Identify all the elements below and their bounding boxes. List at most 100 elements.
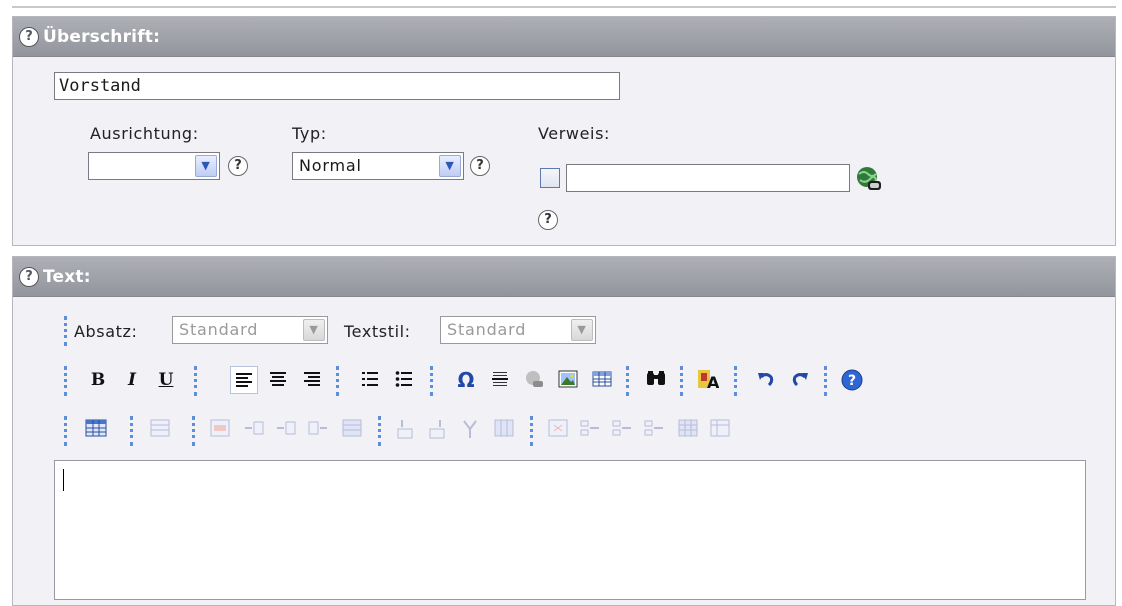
redo-button[interactable]: [786, 366, 814, 394]
delete-row-button[interactable]: [304, 416, 332, 444]
toolbar-grip[interactable]: [64, 366, 67, 396]
table-icon: [85, 419, 107, 437]
chevron-down-icon[interactable]: ▼: [439, 155, 461, 177]
chevron-down-icon[interactable]: ▼: [571, 319, 593, 341]
cell-before-button[interactable]: [608, 416, 636, 444]
toolbar-grip[interactable]: [734, 366, 737, 396]
toolbar-grip[interactable]: [336, 366, 339, 396]
insert-column-icon: [429, 420, 445, 439]
rich-text-editor[interactable]: [54, 460, 1086, 600]
table-rows-icon: [342, 419, 362, 437]
chevron-down-icon[interactable]: ▼: [303, 319, 325, 341]
link-browser-icon[interactable]: [856, 166, 882, 192]
unordered-list-button[interactable]: [390, 366, 418, 394]
redo-icon: [792, 373, 808, 387]
toolbar-grip[interactable]: [824, 366, 827, 396]
insert-cell-icon: [612, 420, 631, 436]
spellcheck-icon: A: [698, 370, 719, 391]
align-right-icon: [304, 372, 320, 386]
top-border: [12, 6, 1116, 8]
table-cell-icon: [210, 419, 230, 437]
toolbar-grip[interactable]: [626, 366, 629, 396]
toolbar-grip[interactable]: [378, 416, 381, 446]
table-grid-icon: [678, 419, 698, 437]
text-style-select[interactable]: Standard ▼: [440, 316, 596, 344]
delete-row-icon: [308, 421, 327, 435]
row-split-button[interactable]: [338, 416, 366, 444]
merge-cells-button[interactable]: [576, 416, 604, 444]
heading-section-title: Überschrift:: [43, 27, 161, 47]
alignment-help-icon[interactable]: ?: [228, 156, 248, 176]
alignment-select[interactable]: ▼: [88, 152, 220, 180]
type-select[interactable]: Normal ▼: [292, 152, 464, 180]
align-left-button[interactable]: [230, 366, 258, 394]
globe-link-icon: [526, 371, 543, 387]
merge-cells-icon: [580, 420, 599, 436]
undo-button[interactable]: [752, 366, 780, 394]
binoculars-icon: [647, 371, 665, 385]
insert-link-button[interactable]: [520, 366, 548, 394]
spellcheck-button[interactable]: A: [694, 366, 722, 394]
insert-col-before-button[interactable]: [392, 416, 420, 444]
undo-icon: [758, 373, 774, 387]
italic-button[interactable]: I: [118, 366, 146, 394]
split-cells-button[interactable]: [544, 416, 572, 444]
text-section-title: Text:: [43, 267, 91, 287]
toolbar-grip[interactable]: [530, 416, 533, 446]
heading-input[interactable]: Vorstand: [54, 72, 620, 100]
table-properties-button[interactable]: [82, 416, 110, 444]
align-right-button[interactable]: [298, 366, 326, 394]
delete-column-icon: [463, 420, 477, 438]
toolbar-grip[interactable]: [680, 366, 683, 396]
help-circle-icon: ?: [841, 369, 863, 391]
toolbar-grip[interactable]: [64, 316, 67, 346]
svg-text:A: A: [707, 373, 719, 391]
insert-cell-icon: [644, 420, 663, 436]
insert-image-button[interactable]: [554, 366, 582, 394]
insert-row-before-button[interactable]: [240, 416, 268, 444]
delete-col-button[interactable]: [456, 416, 484, 444]
paragraph-label: Absatz:: [74, 322, 138, 341]
ordered-list-icon: [362, 372, 378, 386]
table-icon: [592, 371, 612, 387]
align-center-button[interactable]: [264, 366, 292, 394]
toolbar-grip[interactable]: [194, 366, 197, 396]
underline-button[interactable]: U: [152, 366, 180, 394]
col-split-button[interactable]: [490, 416, 518, 444]
heading-section-header: ? Überschrift:: [13, 17, 1115, 57]
insert-table-button[interactable]: [588, 366, 616, 394]
align-center-icon: [270, 372, 286, 386]
toolbar-grip[interactable]: [64, 416, 67, 446]
ordered-list-button[interactable]: [356, 366, 384, 394]
image-icon: [558, 370, 578, 388]
type-selected-value: Normal: [299, 156, 362, 175]
delete-cell-button[interactable]: [674, 416, 702, 444]
text-help-icon[interactable]: ?: [19, 267, 39, 287]
unordered-list-icon: [395, 371, 412, 387]
text-section-header: ? Text:: [13, 257, 1115, 297]
chevron-down-icon[interactable]: ▼: [195, 155, 217, 177]
insert-column-icon: [397, 420, 413, 439]
table-toggle-borders-button[interactable]: [706, 416, 734, 444]
bold-button[interactable]: B: [84, 366, 112, 394]
row-properties-button[interactable]: [146, 416, 174, 444]
toolbar-grip[interactable]: [130, 416, 133, 446]
toolbar-grip[interactable]: [430, 366, 433, 396]
type-help-icon[interactable]: ?: [470, 156, 490, 176]
find-button[interactable]: [642, 366, 670, 394]
toolbar-grip[interactable]: [192, 416, 195, 446]
horizontal-rule-button[interactable]: [486, 366, 514, 394]
paragraph-select[interactable]: Standard ▼: [172, 316, 328, 344]
table-borders-icon: [710, 419, 730, 437]
insert-col-after-button[interactable]: [424, 416, 452, 444]
link-help-icon[interactable]: ?: [538, 210, 558, 230]
help-button[interactable]: ?: [838, 366, 866, 394]
heading-help-icon[interactable]: ?: [19, 27, 39, 47]
special-char-button[interactable]: Ω: [452, 366, 480, 394]
link-input[interactable]: [566, 164, 850, 192]
svg-text:?: ?: [848, 373, 856, 389]
cell-properties-button[interactable]: [206, 416, 234, 444]
cell-after-button[interactable]: [640, 416, 668, 444]
link-checkbox[interactable]: [540, 168, 560, 188]
insert-row-after-button[interactable]: [272, 416, 300, 444]
